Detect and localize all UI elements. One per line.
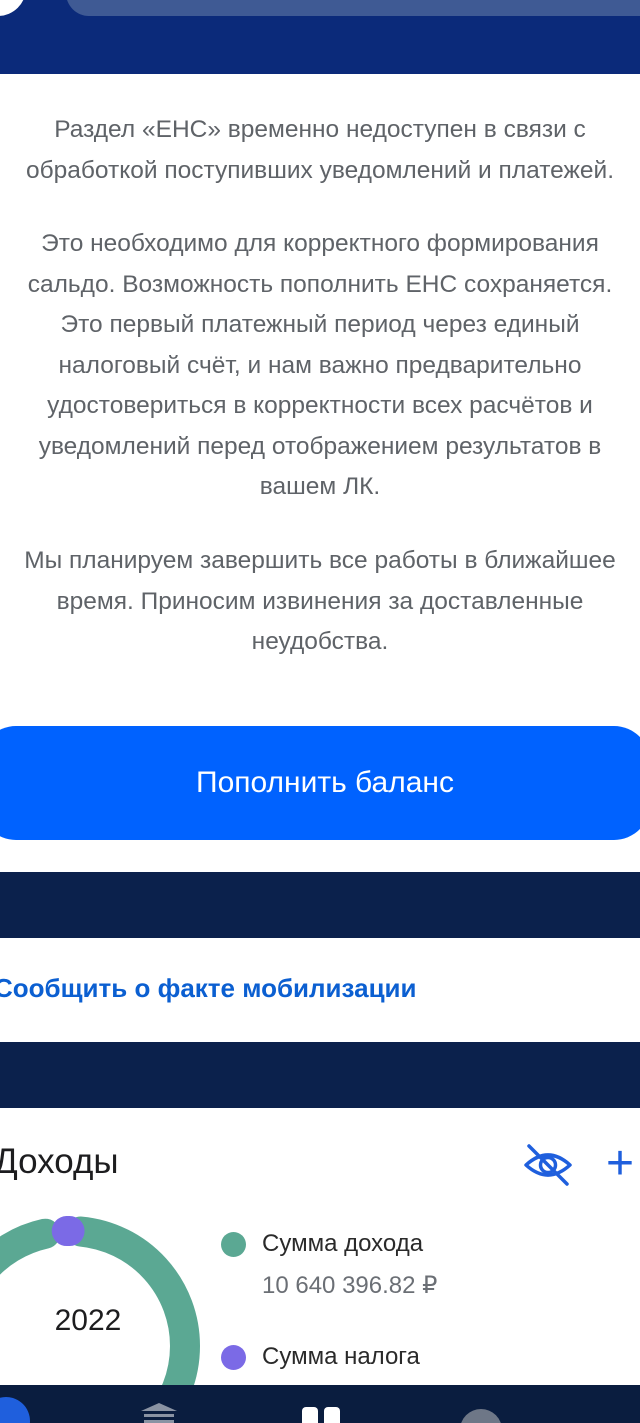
topup-balance-label: Пополнить баланс bbox=[196, 766, 454, 799]
topup-balance-button[interactable]: Пополнить баланс bbox=[0, 726, 640, 840]
section-divider bbox=[0, 1042, 640, 1108]
profile-icon[interactable] bbox=[460, 1409, 502, 1423]
income-legend-dot bbox=[221, 1232, 246, 1257]
income-amount: 10 640 396.82 ₽ bbox=[262, 1272, 438, 1299]
home-icon[interactable] bbox=[0, 1397, 30, 1423]
top-header bbox=[0, 0, 640, 74]
notice-line: вашем ЛК. bbox=[259, 473, 381, 500]
mobilization-card[interactable]: Сообщить о факте мобилизации bbox=[0, 938, 640, 1042]
bottom-navigation bbox=[0, 1385, 640, 1423]
logo-icon[interactable] bbox=[0, 0, 26, 16]
apps-icon[interactable] bbox=[300, 1405, 344, 1423]
income-year: 2022 bbox=[54, 1304, 122, 1337]
notice-line: удостовериться в корректности всех расчё… bbox=[47, 392, 593, 419]
notice-line: Мы планируем завершить все работы в ближ… bbox=[24, 547, 616, 574]
notice-line: налоговый счёт, и нам важно предваритель… bbox=[58, 351, 582, 379]
search-input[interactable] bbox=[66, 0, 640, 16]
notice-line: Раздел «ЕНС» временно недоступен в связи… bbox=[54, 116, 586, 143]
tax-legend-label: Сумма налога bbox=[262, 1343, 420, 1370]
notice-line: сальдо. Возможность пополнить ЕНС сохран… bbox=[27, 270, 613, 298]
tax-legend-dot bbox=[221, 1345, 246, 1370]
ens-notice: Раздел «ЕНС» временно недоступен в связи… bbox=[0, 74, 640, 872]
notice-line: Это первый платежный период через единый bbox=[60, 311, 580, 338]
notice-paragraph-3: Мы планируем завершить все работы в ближ… bbox=[0, 541, 640, 663]
notice-line: обработкой поступивших уведомлений и пла… bbox=[25, 156, 615, 184]
income-card: Доходы + 2022 Сумма дохода 10 640 396.82… bbox=[0, 1108, 640, 1423]
bank-icon[interactable] bbox=[138, 1401, 180, 1423]
eye-off-icon[interactable] bbox=[520, 1142, 576, 1188]
notice-paragraph-2: Это необходимо для корректного формирова… bbox=[0, 224, 640, 508]
section-divider bbox=[0, 872, 640, 938]
notice-line: время. Приносим извинения за доставленны… bbox=[56, 587, 584, 615]
income-title: Доходы bbox=[0, 1142, 119, 1181]
notice-line: неудобства. bbox=[251, 628, 389, 655]
income-legend-label: Сумма дохода bbox=[262, 1230, 424, 1257]
notice-line: Это необходимо для корректного формирова… bbox=[41, 230, 599, 257]
plus-icon[interactable]: + bbox=[606, 1138, 640, 1190]
notice-paragraph-1: Раздел «ЕНС» временно недоступен в связи… bbox=[0, 110, 640, 191]
report-mobilization-link[interactable]: Сообщить о факте мобилизации bbox=[0, 973, 417, 1004]
notice-line: уведомлений перед отображением результат… bbox=[38, 432, 602, 460]
